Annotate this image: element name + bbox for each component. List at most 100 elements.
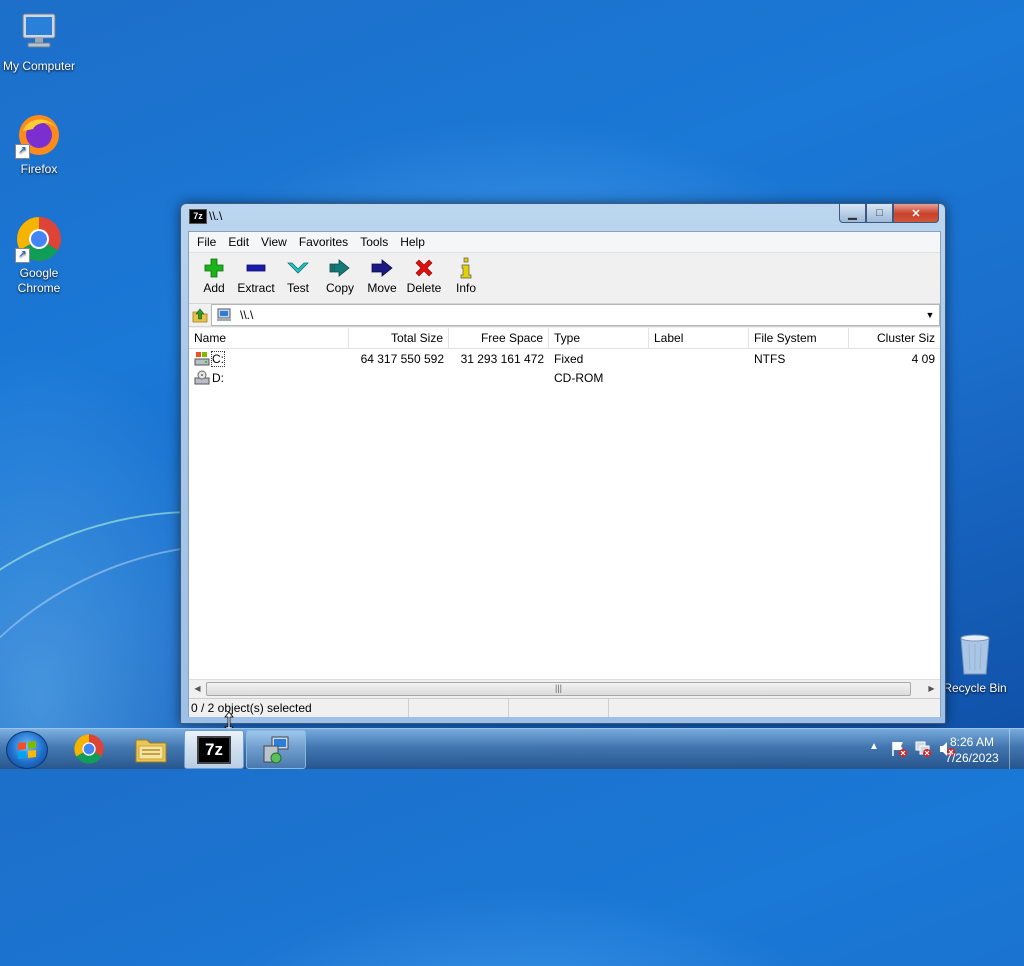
status-pane (509, 699, 609, 717)
close-button[interactable]: ✕ (893, 204, 939, 223)
test-button[interactable]: Test (277, 253, 319, 295)
copy-button[interactable]: Copy (319, 253, 361, 295)
window-client-area: File Edit View Favorites Tools Help Add … (188, 231, 941, 717)
menu-help[interactable]: Help (394, 235, 431, 249)
move-label: Move (367, 281, 397, 295)
network-icon (263, 736, 289, 763)
up-folder-button[interactable] (189, 305, 211, 325)
address-text: \\.\ (240, 308, 254, 322)
7zip-app-icon: 7z (197, 735, 231, 764)
network-status-icon[interactable] (914, 740, 932, 758)
window-title: \\.\ (209, 209, 223, 223)
row-name-cell: C: (189, 350, 349, 367)
desktop-icon-firefox[interactable]: ↗ Firefox (0, 111, 79, 177)
clock[interactable]: 8:26 AM 7/26/2023 (942, 734, 1002, 766)
column-header-file-system[interactable]: File System (749, 328, 849, 348)
column-header-total-size[interactable]: Total Size (349, 328, 449, 348)
minus-icon (235, 257, 277, 279)
status-bar: 0 / 2 object(s) selected (189, 698, 940, 717)
menu-view[interactable]: View (255, 235, 293, 249)
desktop-icon-label: Firefox (20, 162, 58, 176)
close-icon: ✕ (911, 207, 921, 220)
window-titlebar[interactable]: 7z \\.\ ▁ □ ✕ (181, 204, 945, 228)
taskbar-chrome[interactable] (60, 730, 118, 767)
column-header-name[interactable]: Name (189, 328, 349, 348)
column-header-free-space[interactable]: Free Space (449, 328, 549, 348)
address-bar: \\.\ ▼ (189, 304, 940, 327)
show-hidden-icons-icon[interactable]: ▲ (869, 741, 879, 752)
row-name-cell: D: (189, 370, 349, 386)
check-icon (277, 257, 319, 279)
add-label: Add (203, 281, 225, 295)
drive-name: D: (212, 370, 224, 385)
desktop-icon-label: Recycle Bin (943, 681, 1007, 695)
firefox-icon: ↗ (15, 111, 63, 159)
info-icon (445, 257, 487, 279)
scroll-right-icon[interactable]: ▶ (923, 680, 940, 697)
x-icon (403, 257, 445, 279)
list-header: Name Total Size Free Space Type Label Fi… (189, 328, 940, 349)
menu-favorites[interactable]: Favorites (293, 235, 354, 249)
address-field[interactable]: \\.\ ▼ (211, 304, 940, 326)
delete-button[interactable]: Delete (403, 253, 445, 295)
plus-icon (193, 257, 235, 279)
file-list[interactable]: Name Total Size Free Space Type Label Fi… (189, 328, 940, 679)
table-row[interactable]: D: CD-ROM (189, 368, 940, 387)
delete-label: Delete (406, 281, 442, 295)
move-button[interactable]: Move (361, 253, 403, 295)
drive-name: C: (211, 350, 225, 367)
action-center-icon[interactable] (890, 740, 908, 758)
chrome-icon: ↗ (15, 215, 63, 263)
desktop-icon-label: My Computer (2, 59, 76, 73)
taskbar: 7z ▲ 8:26 AM 7/26/2023 (0, 728, 1024, 769)
copy-label: Copy (325, 281, 354, 295)
cd-drive-icon (194, 370, 210, 384)
taskbar-7zip[interactable]: 7z (184, 730, 244, 769)
scrollbar-thumb[interactable]: ||| (206, 682, 911, 696)
column-header-type[interactable]: Type (549, 328, 649, 348)
desktop-icon-my-computer[interactable]: My Computer (0, 8, 79, 74)
status-pane (409, 699, 509, 717)
double-arrow-right-icon (319, 257, 361, 279)
horizontal-scrollbar[interactable]: ◀ ||| ▶ (189, 679, 940, 697)
folder-icon (135, 739, 167, 762)
total-size-cell: 64 317 550 592 (360, 351, 444, 366)
column-header-label[interactable]: Label (649, 328, 749, 348)
local-disk-icon (194, 351, 210, 365)
extract-button[interactable]: Extract (235, 253, 277, 295)
info-label: Info (455, 281, 476, 295)
shortcut-arrow-icon: ↗ (15, 248, 30, 263)
system-tray: ▲ 8:26 AM 7/26/2023 (824, 729, 1024, 769)
free-space-cell: 31 293 161 472 (460, 351, 544, 366)
recycle-bin-icon (951, 630, 999, 678)
folder-up-icon (192, 308, 208, 323)
7zip-window[interactable]: 7z \\.\ ▁ □ ✕ File Edit View Favorites T… (180, 203, 946, 724)
menu-edit[interactable]: Edit (222, 235, 255, 249)
scroll-left-icon[interactable]: ◀ (189, 680, 206, 697)
start-button[interactable] (6, 731, 48, 769)
caption-buttons: ▁ □ ✕ (839, 204, 939, 223)
show-desktop-button[interactable] (1009, 729, 1024, 769)
type-cell: CD-ROM (554, 370, 604, 385)
taskbar-network[interactable] (246, 730, 306, 769)
status-selection: 0 / 2 object(s) selected (189, 699, 409, 717)
desktop-icon-recycle-bin[interactable]: Recycle Bin (935, 630, 1015, 696)
extract-label: Extract (237, 281, 275, 295)
column-header-cluster-size[interactable]: Cluster Siz (849, 328, 940, 348)
menu-tools[interactable]: Tools (354, 235, 394, 249)
taskbar-explorer[interactable] (122, 730, 180, 767)
table-row[interactable]: C: 64 317 550 592 31 293 161 472 Fixed N… (189, 349, 940, 368)
add-button[interactable]: Add (193, 253, 235, 295)
menubar: File Edit View Favorites Tools Help (189, 232, 940, 253)
desktop-icon-google-chrome[interactable]: ↗ Google Chrome (0, 215, 79, 296)
chevron-down-icon[interactable]: ▼ (923, 305, 937, 325)
clock-time: 8:26 AM (949, 735, 995, 749)
menu-file[interactable]: File (191, 235, 222, 249)
maximize-button[interactable]: □ (866, 204, 893, 223)
info-button[interactable]: Info (445, 253, 487, 295)
computer-icon (217, 308, 231, 321)
windows-logo-icon (18, 741, 36, 759)
test-label: Test (286, 281, 309, 295)
clock-date: 7/26/2023 (945, 751, 999, 765)
minimize-button[interactable]: ▁ (839, 204, 866, 223)
